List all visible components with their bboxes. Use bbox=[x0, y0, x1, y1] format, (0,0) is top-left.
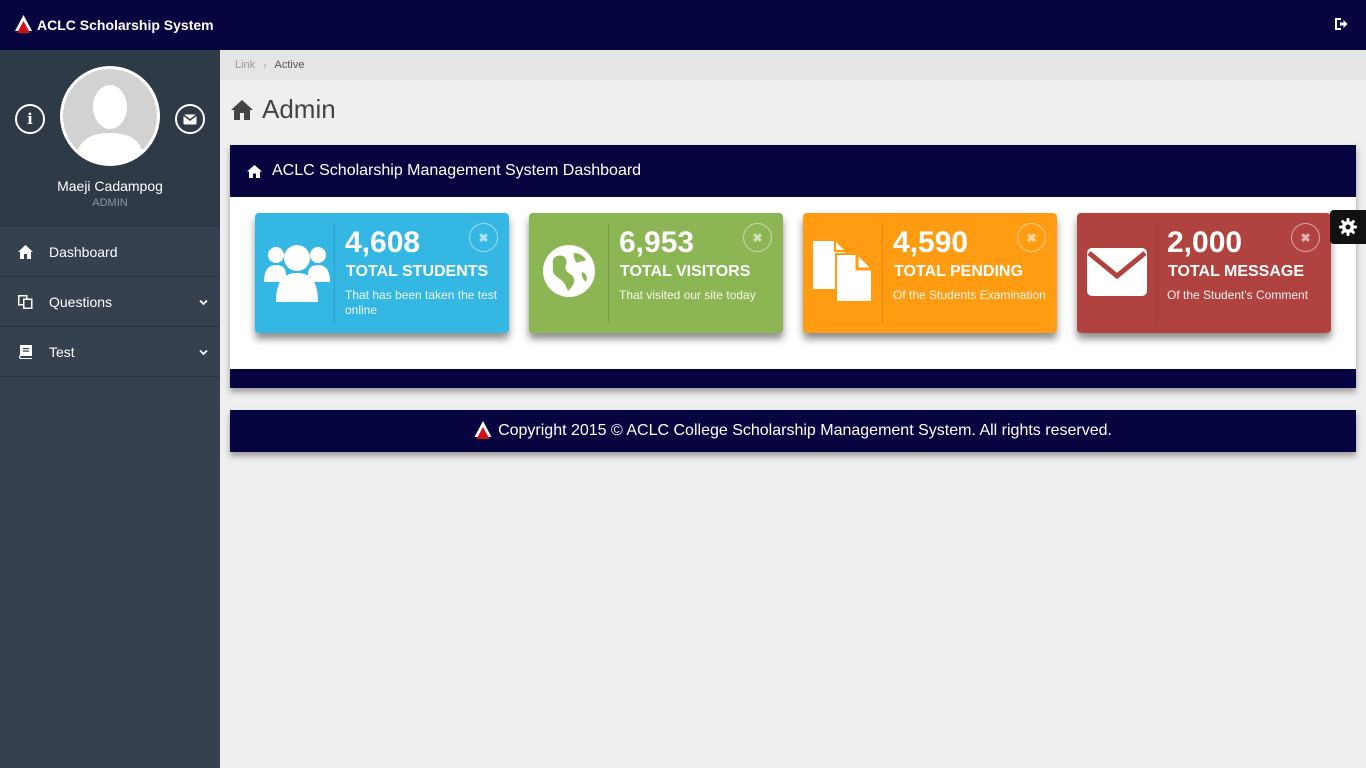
sidebar-item-test[interactable]: Test bbox=[0, 327, 220, 377]
user-role: ADMIN bbox=[92, 197, 128, 209]
book-icon bbox=[18, 345, 32, 359]
stat-label: TOTAL MESSAGE bbox=[1168, 263, 1305, 280]
stat-card-messages[interactable]: 2,000 TOTAL MESSAGE Of the Student's Com… bbox=[1077, 213, 1331, 333]
info-glyph: i bbox=[27, 110, 33, 128]
footer: Copyright 2015 © ACLC College Scholarshi… bbox=[230, 410, 1356, 452]
stat-divider bbox=[882, 223, 883, 323]
top-navbar: ACLC Scholarship System bbox=[0, 0, 1366, 50]
user-name: Maeji Cadampog bbox=[57, 178, 163, 194]
sidebar-item-label: Dashboard bbox=[49, 243, 118, 260]
panel-header: ACLC Scholarship Management System Dashb… bbox=[230, 145, 1356, 197]
logout-icon[interactable] bbox=[1334, 17, 1348, 31]
copy-icon bbox=[18, 295, 33, 309]
stat-label: TOTAL PENDING bbox=[894, 263, 1023, 280]
stat-value: 6,953 bbox=[619, 226, 695, 259]
page-title: Admin bbox=[231, 94, 336, 125]
sidebar-item-questions[interactable]: Questions bbox=[0, 277, 220, 327]
copyright-text: Copyright 2015 © ACLC College Scholarshi… bbox=[498, 422, 1112, 439]
profile-card: i Maeji Cadampog ADMIN bbox=[0, 50, 220, 227]
mail-icon[interactable] bbox=[175, 104, 205, 134]
panel-title: ACLC Scholarship Management System Dashb… bbox=[272, 162, 642, 179]
stat-divider bbox=[1156, 223, 1157, 323]
stat-value: 4,590 bbox=[893, 226, 969, 259]
breadcrumb-separator: › bbox=[263, 59, 267, 71]
info-icon[interactable]: i bbox=[15, 104, 45, 134]
close-icon[interactable]: ✖ bbox=[1291, 223, 1320, 252]
user-silhouette-icon bbox=[75, 85, 145, 163]
chevron-down-icon bbox=[199, 349, 208, 356]
globe-icon bbox=[543, 245, 595, 297]
envelope-icon bbox=[1087, 248, 1147, 296]
breadcrumb-active: Active bbox=[274, 59, 305, 71]
stat-label: TOTAL VISITORS bbox=[620, 263, 751, 280]
panel-footer-bar bbox=[230, 369, 1356, 388]
stat-description: That visited our site today bbox=[619, 288, 756, 302]
gear-icon bbox=[1339, 218, 1357, 236]
stat-card-visitors[interactable]: 6,953 TOTAL VISITORS That visited our si… bbox=[529, 213, 783, 333]
aclc-logo-icon bbox=[474, 421, 492, 439]
aclc-logo-icon bbox=[15, 15, 32, 33]
close-icon[interactable]: ✖ bbox=[469, 223, 498, 252]
close-icon[interactable]: ✖ bbox=[1017, 223, 1046, 252]
home-icon bbox=[231, 99, 253, 120]
stat-description: That has been taken the test online bbox=[345, 288, 498, 317]
home-icon bbox=[247, 164, 262, 178]
settings-toggle-button[interactable] bbox=[1330, 210, 1366, 244]
close-icon[interactable]: ✖ bbox=[743, 223, 772, 252]
stat-divider bbox=[608, 223, 609, 323]
users-icon bbox=[264, 245, 330, 302]
envelope-small-icon bbox=[183, 113, 197, 124]
stat-label: TOTAL STUDENTS bbox=[346, 263, 489, 280]
chevron-down-icon bbox=[199, 299, 208, 306]
sidebar-item-dashboard[interactable]: Dashboard bbox=[0, 227, 220, 277]
brand[interactable]: ACLC Scholarship System bbox=[15, 15, 214, 35]
stat-description: Of the Student's Comment bbox=[1167, 288, 1309, 302]
page-title-text: Admin bbox=[262, 94, 336, 124]
sidebar: i Maeji Cadampog ADMIN Dashboard Questio… bbox=[0, 50, 220, 768]
stat-divider bbox=[334, 223, 335, 323]
avatar[interactable] bbox=[60, 66, 160, 166]
breadcrumb: Link › Active bbox=[220, 50, 1366, 80]
stat-description: Of the Students Examination bbox=[893, 288, 1046, 302]
files-icon bbox=[813, 241, 873, 301]
sidebar-item-label: Test bbox=[49, 343, 75, 360]
app-title: ACLC Scholarship System bbox=[37, 17, 214, 33]
breadcrumb-link[interactable]: Link bbox=[235, 59, 255, 71]
dashboard-panel: ACLC Scholarship Management System Dashb… bbox=[230, 145, 1356, 388]
stat-value: 4,608 bbox=[345, 226, 421, 259]
stat-value: 2,000 bbox=[1167, 226, 1243, 259]
home-icon bbox=[18, 245, 33, 259]
stat-card-pending[interactable]: 4,590 TOTAL PENDING Of the Students Exam… bbox=[803, 213, 1057, 333]
sidebar-item-label: Questions bbox=[49, 293, 113, 310]
stat-card-students[interactable]: 4,608 TOTAL STUDENTS That has been taken… bbox=[255, 213, 509, 333]
